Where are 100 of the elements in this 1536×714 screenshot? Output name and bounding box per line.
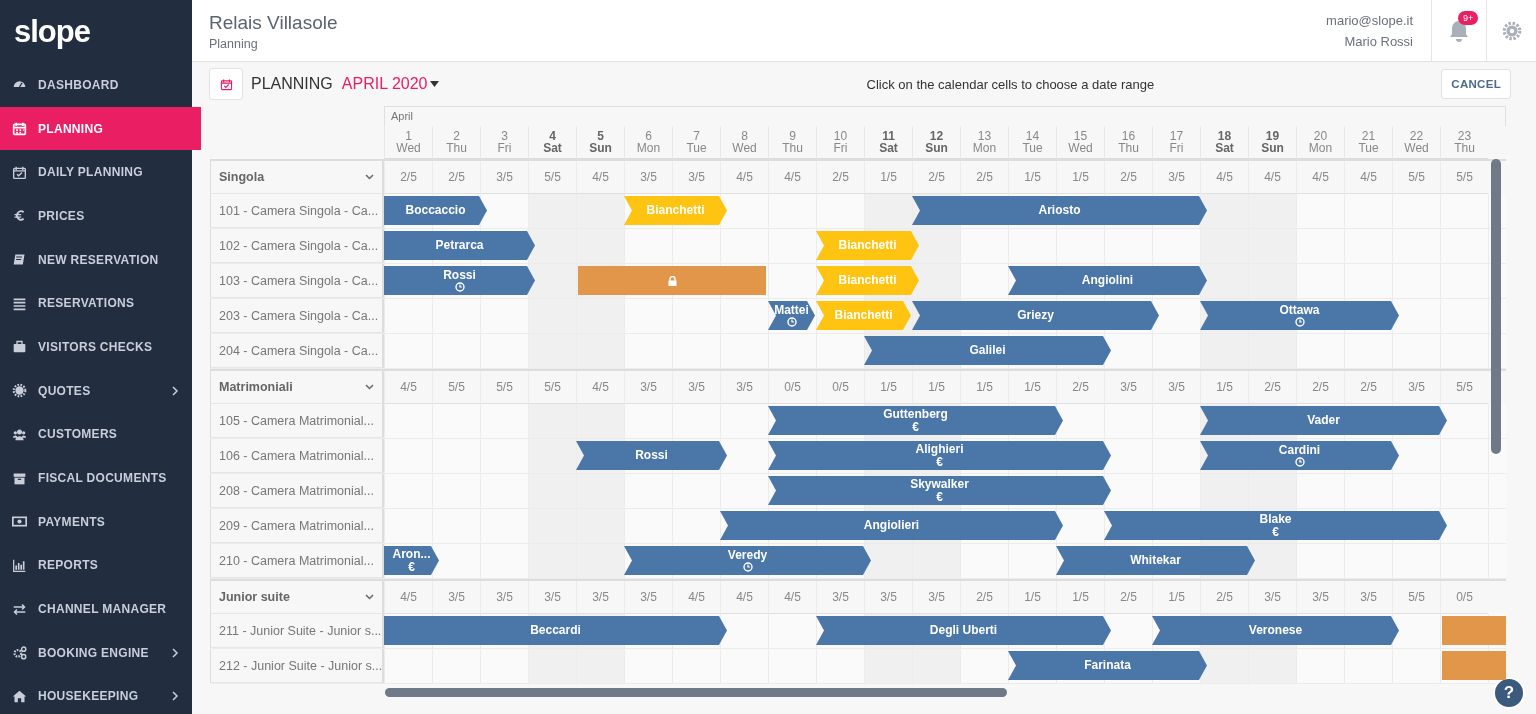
room-name: 209 - Camera Matrimonial... bbox=[219, 518, 374, 533]
room-row[interactable]: 211 - Junior Suite - Junior s... Beccardi Degli Uberti Veronese bbox=[210, 614, 1506, 649]
sidebar-item[interactable]: DASHBOARD bbox=[0, 63, 192, 107]
room-row[interactable]: 204 - Camera Singola - Ca... Galilei bbox=[210, 334, 1506, 369]
day-header: 7 Tue bbox=[672, 126, 720, 159]
reservation-bar[interactable]: Boccaccio bbox=[384, 196, 487, 225]
room-row[interactable]: 209 - Camera Matrimonial... Angiolieri Blake € bbox=[210, 509, 1506, 544]
reservation-bar[interactable]: Vader bbox=[1200, 406, 1447, 435]
day-header: 19 Sun bbox=[1248, 126, 1296, 159]
user-name: Mario Rossi bbox=[1344, 33, 1413, 49]
sidebar-item[interactable]: BOOKING ENGINE bbox=[0, 630, 192, 675]
help-button[interactable]: ? bbox=[1493, 677, 1525, 709]
reservation-bar[interactable]: Degli Uberti bbox=[816, 616, 1111, 645]
clock-icon bbox=[1294, 457, 1305, 467]
sidebar-item[interactable]: PLANNING bbox=[0, 106, 201, 151]
availability-count: 4/5 bbox=[736, 590, 753, 604]
settings-icon[interactable] bbox=[1501, 20, 1522, 41]
reservation-bar[interactable]: Ariosto bbox=[912, 196, 1207, 225]
sidebar-item[interactable]: RESERVATIONS bbox=[0, 281, 192, 326]
room-row[interactable]: 101 - Camera Singola - Ca... Boccaccio Bianchetti Ariosto bbox=[210, 194, 1506, 229]
sidebar-item[interactable]: VISITORS CHECKS bbox=[0, 325, 192, 369]
availability-count: 5/5 bbox=[544, 170, 561, 184]
availability-count: 0/5 bbox=[832, 380, 849, 394]
room-row[interactable]: 103 - Camera Singola - Ca... Rossi Bianchetti Angiolini bbox=[210, 264, 1506, 299]
user-email: mario@slope.it bbox=[1326, 12, 1413, 28]
reservation-bar[interactable]: Farinata bbox=[1008, 651, 1207, 680]
day-header: 15 Wed bbox=[1056, 126, 1104, 159]
sidebar-item[interactable]: PRICES bbox=[0, 194, 192, 238]
room-row[interactable]: 212 - Junior Suite - Junior s... Farinata bbox=[210, 649, 1506, 684]
room-row[interactable]: 106 - Camera Matrimonial... Rossi Alighieri € Cardini bbox=[210, 439, 1506, 474]
availability-count: 4/5 bbox=[400, 590, 417, 604]
reservation-bar[interactable]: Angiolieri bbox=[720, 511, 1063, 540]
reservation-bar[interactable]: Veronese bbox=[1152, 616, 1399, 645]
availability-count: 3/5 bbox=[640, 590, 657, 604]
reservation-bar[interactable]: Cardini bbox=[1200, 441, 1399, 470]
chevron-down-icon[interactable] bbox=[365, 384, 374, 390]
briefcase-icon bbox=[12, 339, 27, 355]
sidebar-item[interactable]: HOUSEKEEPING bbox=[0, 674, 192, 714]
availability-count: 0/5 bbox=[784, 380, 801, 394]
chevron-down-icon[interactable] bbox=[365, 174, 374, 180]
availability-count: 5/5 bbox=[1456, 170, 1473, 184]
reservation-bar[interactable]: Whitekar bbox=[1056, 546, 1255, 575]
sidebar-item[interactable]: REPORTS bbox=[0, 543, 192, 588]
room-row[interactable]: 102 - Camera Singola - Ca... Petrarca Bianchetti bbox=[210, 229, 1506, 264]
availability-count: 3/5 bbox=[592, 590, 609, 604]
reservation-bar[interactable]: Alighieri € bbox=[768, 441, 1111, 470]
clock-icon bbox=[454, 282, 465, 292]
sidebar-item[interactable]: QUOTES bbox=[0, 368, 192, 413]
sidebar-item[interactable]: CHANNEL MANAGER bbox=[0, 587, 192, 631]
reservation-bar[interactable]: Beccardi bbox=[384, 616, 727, 645]
reservation-bar[interactable]: Blake € bbox=[1104, 511, 1447, 540]
reservation-bar[interactable]: Aron... € bbox=[384, 546, 439, 575]
availability-count: 5/5 bbox=[496, 380, 513, 394]
chevron-right-icon bbox=[172, 385, 179, 396]
sidebar-item[interactable]: CUSTOMERS bbox=[0, 412, 192, 457]
calendar-button[interactable] bbox=[209, 68, 243, 100]
availability-count: 5/5 bbox=[1408, 170, 1425, 184]
reservation-bar[interactable]: Guttenberg € bbox=[768, 406, 1063, 435]
availability-count: 3/5 bbox=[1264, 590, 1281, 604]
reservation-bar[interactable]: Rossi bbox=[384, 266, 535, 295]
reservation-bar[interactable]: Rossi bbox=[576, 441, 727, 470]
chevron-down-icon[interactable] bbox=[365, 594, 374, 600]
availability-count: 2/5 bbox=[400, 170, 417, 184]
room-row[interactable]: 203 - Camera Singola - Ca... Mattei Bianchetti Griezy Ottawa bbox=[210, 299, 1506, 334]
room-name: 203 - Camera Singola - Ca... bbox=[219, 308, 379, 323]
reservation-bar[interactable]: Galilei bbox=[864, 336, 1111, 365]
reservation-bar[interactable]: Mattei bbox=[768, 301, 815, 330]
reservation-bar[interactable]: Ottawa bbox=[1200, 301, 1399, 330]
reservation-bar[interactable]: Petrarca bbox=[384, 231, 535, 260]
chevron-right-icon bbox=[172, 647, 179, 658]
sidebar-item[interactable]: DAILY PLANNING bbox=[0, 150, 192, 195]
room-row[interactable]: 208 - Camera Matrimonial... Skywalker € bbox=[210, 474, 1506, 509]
sidebar-item[interactable]: NEW RESERVATION bbox=[0, 237, 192, 282]
reservation-bar[interactable]: Griezy bbox=[912, 301, 1159, 330]
day-header: 16 Thu bbox=[1104, 126, 1152, 159]
horizontal-scrollbar[interactable] bbox=[385, 688, 1007, 697]
vertical-scrollbar[interactable] bbox=[1491, 159, 1501, 454]
availability-count: 4/5 bbox=[400, 380, 417, 394]
availability-count: 2/5 bbox=[1264, 380, 1281, 394]
availability-count: 3/5 bbox=[544, 590, 561, 604]
month-dropdown[interactable]: APRIL 2020 bbox=[341, 75, 440, 93]
reservation-bar[interactable]: Veredy bbox=[624, 546, 871, 575]
availability-count: 1/5 bbox=[1168, 590, 1185, 604]
sidebar-item[interactable]: FISCAL DOCUMENTS bbox=[0, 456, 192, 500]
reservation-bar[interactable]: Skywalker € bbox=[768, 476, 1111, 505]
reservation-bar[interactable]: Angiolini bbox=[1008, 266, 1207, 295]
room-row[interactable]: 210 - Camera Matrimonial... Aron... € Veredy Whitekar bbox=[210, 544, 1506, 579]
notification-badge: 9+ bbox=[1458, 11, 1479, 25]
availability-count: 1/5 bbox=[1216, 380, 1233, 394]
day-header: 20 Mon bbox=[1296, 126, 1344, 159]
day-header: 14 Tue bbox=[1008, 126, 1056, 159]
availability-count: 3/5 bbox=[832, 590, 849, 604]
day-header: 12 Sun bbox=[912, 126, 960, 159]
day-header: 9 Thu bbox=[768, 126, 816, 159]
availability-count: 2/5 bbox=[1120, 170, 1137, 184]
room-row[interactable]: 105 - Camera Matrimonial... Guttenberg € Vader bbox=[210, 404, 1506, 439]
bell-icon[interactable] bbox=[1449, 19, 1469, 42]
sidebar-item[interactable]: PAYMENTS bbox=[0, 499, 192, 544]
cancel-button[interactable]: CANCEL bbox=[1441, 69, 1511, 99]
day-header: 11 Sat bbox=[864, 126, 912, 159]
